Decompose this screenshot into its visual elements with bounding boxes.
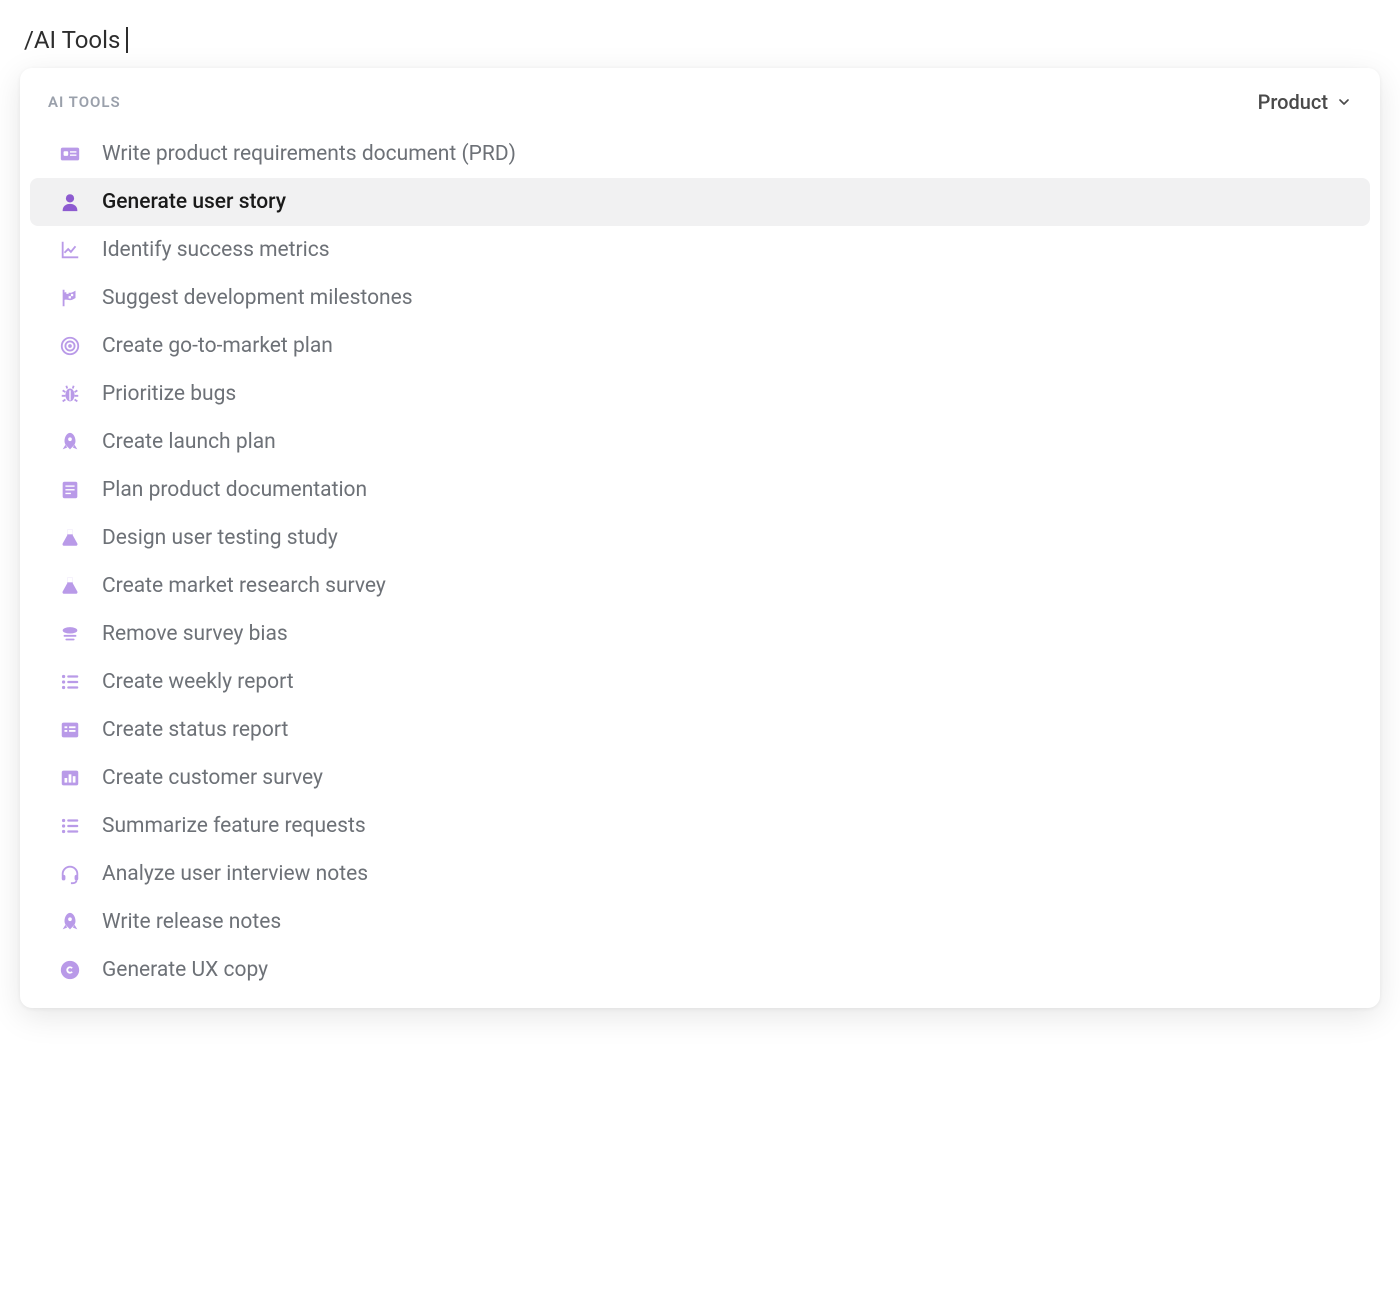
form-icon xyxy=(58,718,82,742)
tool-item-generate-ux-copy[interactable]: Generate UX copy xyxy=(30,946,1370,994)
tool-label: Write product requirements document (PRD… xyxy=(102,142,516,166)
tool-label: Analyze user interview notes xyxy=(102,862,368,886)
tool-label: Create launch plan xyxy=(102,430,276,454)
tool-item-create-gtm-plan[interactable]: Create go-to-market plan xyxy=(30,322,1370,370)
tool-label: Plan product documentation xyxy=(102,478,367,502)
tool-item-plan-documentation[interactable]: Plan product documentation xyxy=(30,466,1370,514)
tool-label: Summarize feature requests xyxy=(102,814,366,838)
list-icon xyxy=(58,814,82,838)
ai-tools-popup: AI TOOLS Product Write product requireme… xyxy=(20,68,1380,1008)
tool-item-remove-survey-bias[interactable]: Remove survey bias xyxy=(30,610,1370,658)
tool-label: Create weekly report xyxy=(102,670,294,694)
tool-label: Create market research survey xyxy=(102,574,386,598)
tool-item-create-status-report[interactable]: Create status report xyxy=(30,706,1370,754)
text-cursor xyxy=(126,27,128,53)
bar-chart-icon xyxy=(58,766,82,790)
filter-dropdown[interactable]: Product xyxy=(1258,90,1352,114)
chevron-down-icon xyxy=(1336,94,1352,110)
line-chart-icon xyxy=(58,238,82,262)
tool-item-prioritize-bugs[interactable]: Prioritize bugs xyxy=(30,370,1370,418)
headset-icon xyxy=(58,862,82,886)
tool-item-market-research-survey[interactable]: Create market research survey xyxy=(30,562,1370,610)
tool-label: Remove survey bias xyxy=(102,622,288,646)
tool-item-suggest-milestones[interactable]: Suggest development milestones xyxy=(30,274,1370,322)
tool-label: Design user testing study xyxy=(102,526,338,550)
tool-label: Prioritize bugs xyxy=(102,382,236,406)
rocket-icon xyxy=(58,430,82,454)
id-card-icon xyxy=(58,142,82,166)
target-icon xyxy=(58,334,82,358)
tool-item-generate-user-story[interactable]: Generate user story xyxy=(30,178,1370,226)
tool-item-design-user-testing[interactable]: Design user testing study xyxy=(30,514,1370,562)
tool-item-write-release-notes[interactable]: Write release notes xyxy=(30,898,1370,946)
list-icon xyxy=(58,670,82,694)
bug-icon xyxy=(58,382,82,406)
copyright-icon xyxy=(58,958,82,982)
tool-label: Generate user story xyxy=(102,190,286,214)
tool-label: Identify success metrics xyxy=(102,238,330,262)
tool-item-analyze-interview-notes[interactable]: Analyze user interview notes xyxy=(30,850,1370,898)
rocket-icon xyxy=(58,910,82,934)
tool-item-create-launch-plan[interactable]: Create launch plan xyxy=(30,418,1370,466)
command-text: /AI Tools xyxy=(24,26,120,54)
tool-item-summarize-feature-requests[interactable]: Summarize feature requests xyxy=(30,802,1370,850)
section-title: AI TOOLS xyxy=(48,93,121,111)
command-input[interactable]: /AI Tools xyxy=(20,20,1380,68)
tool-label: Suggest development milestones xyxy=(102,286,413,310)
tool-list: Write product requirements document (PRD… xyxy=(20,130,1380,994)
tool-label: Generate UX copy xyxy=(102,958,268,982)
filter-label: Product xyxy=(1258,90,1328,114)
user-icon xyxy=(58,190,82,214)
balance-icon xyxy=(58,622,82,646)
flask-icon xyxy=(58,574,82,598)
tool-item-write-prd[interactable]: Write product requirements document (PRD… xyxy=(30,130,1370,178)
tool-label: Create status report xyxy=(102,718,288,742)
tool-item-create-customer-survey[interactable]: Create customer survey xyxy=(30,754,1370,802)
popup-header: AI TOOLS Product xyxy=(20,86,1380,122)
book-icon xyxy=(58,478,82,502)
flag-checkered-icon xyxy=(58,286,82,310)
tool-label: Write release notes xyxy=(102,910,281,934)
flask-icon xyxy=(58,526,82,550)
tool-item-create-weekly-report[interactable]: Create weekly report xyxy=(30,658,1370,706)
tool-label: Create go-to-market plan xyxy=(102,334,333,358)
tool-label: Create customer survey xyxy=(102,766,323,790)
tool-item-identify-success-metrics[interactable]: Identify success metrics xyxy=(30,226,1370,274)
